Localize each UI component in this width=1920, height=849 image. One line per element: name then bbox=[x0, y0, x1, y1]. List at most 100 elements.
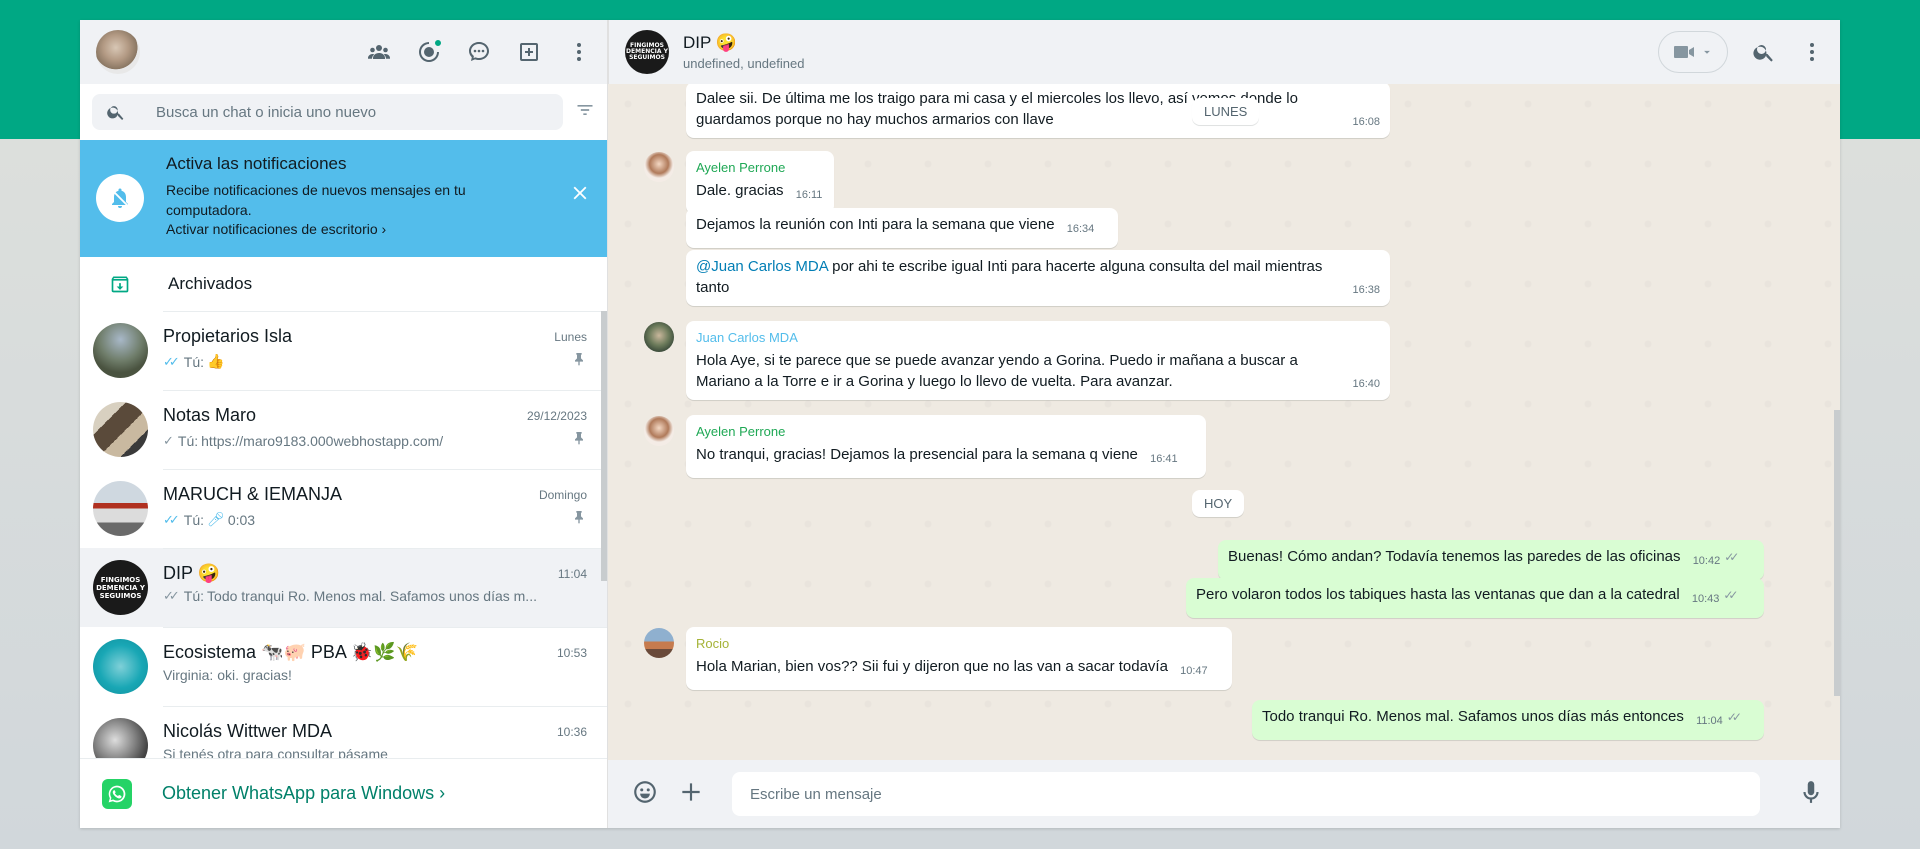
sender-prefix: Tú: bbox=[177, 432, 199, 449]
message-time: 16:34 bbox=[1066, 223, 1095, 235]
filter-icon[interactable] bbox=[575, 100, 595, 125]
message-time: 16:38 bbox=[1352, 284, 1380, 296]
message-input[interactable] bbox=[750, 785, 1742, 803]
get-whatsapp-banner[interactable]: Obtener WhatsApp para Windows › bbox=[80, 758, 607, 828]
my-avatar[interactable] bbox=[96, 30, 140, 74]
pin-icon bbox=[571, 509, 587, 530]
chat-time: Domingo bbox=[538, 487, 587, 502]
message-incoming[interactable]: Rocio Hola Marian, bien vos?? Sii fui y … bbox=[686, 627, 1232, 690]
contact-avatar bbox=[93, 402, 148, 457]
search-messages-icon[interactable] bbox=[1752, 40, 1776, 64]
message-area[interactable]: Dalee sii. De última me los traigo para … bbox=[608, 84, 1840, 760]
group-avatar[interactable]: FINGIMOS DEMENCIA Y SEGUIMOS bbox=[625, 30, 669, 74]
message-incoming[interactable]: Dejamos la reunión con Inti para la sema… bbox=[686, 208, 1118, 248]
search-row bbox=[80, 84, 607, 140]
message-text: Buenas! Cómo andan? Todavía tenemos las … bbox=[1228, 548, 1681, 565]
sender-prefix: Tú: bbox=[183, 588, 205, 604]
chat-time: 10:36 bbox=[556, 724, 587, 739]
message-input-box[interactable] bbox=[732, 772, 1760, 816]
chat-sidebar: Activa las notificaciones Recibe notific… bbox=[80, 20, 608, 828]
chat-last-message: ✓✓ Tú: 👍 bbox=[163, 353, 224, 370]
message-outgoing[interactable]: Pero volaron todos los tabiques hasta la… bbox=[1186, 578, 1764, 618]
chat-item-notas-maro[interactable]: Notas Maro 29/12/2023 ✓ Tú: https://maro… bbox=[80, 390, 607, 469]
emoji-icon[interactable] bbox=[632, 779, 658, 810]
single-check-icon: ✓ bbox=[163, 432, 174, 448]
message-incoming[interactable]: Juan Carlos MDA Hola Aye, si te parece q… bbox=[686, 321, 1390, 400]
close-icon[interactable] bbox=[569, 182, 591, 204]
messages-scrollbar[interactable] bbox=[1834, 410, 1840, 696]
message-preview: Todo tranqui Ro. Menos mal. Safamos unos… bbox=[207, 588, 537, 604]
chat-list-scrollbar[interactable] bbox=[601, 311, 607, 581]
chat-last-message: Virginia: oki. gracias! bbox=[163, 667, 292, 683]
double-check-icon: ✓✓ bbox=[163, 353, 180, 369]
chat-name: Propietarios Isla bbox=[163, 326, 293, 346]
chat-time: 11:04 bbox=[557, 566, 587, 581]
message-time: 16:08 bbox=[1352, 116, 1380, 128]
message-outgoing[interactable]: Buenas! Cómo andan? Todavía tenemos las … bbox=[1218, 540, 1764, 580]
channels-icon[interactable] bbox=[467, 40, 491, 64]
notification-title: Activa las notificaciones bbox=[166, 154, 347, 173]
group-avatar bbox=[93, 639, 148, 694]
double-check-icon: ✓✓ bbox=[163, 511, 180, 527]
message-text: Dejamos la reunión con Inti para la sema… bbox=[696, 216, 1055, 233]
chat-item-ecosistema[interactable]: Ecosistema 🐄🐖 PBA 🐞🌿🌾 10:53 Virginia: ok… bbox=[80, 627, 607, 706]
search-input[interactable] bbox=[156, 103, 549, 121]
message-incoming[interactable]: Dalee sii. De última me los traigo para … bbox=[686, 84, 1390, 138]
search-box[interactable] bbox=[92, 94, 563, 130]
message-text: Hola Marian, bien vos?? Sii fui y dijero… bbox=[696, 658, 1168, 675]
message-text: Pero volaron todos los tabiques hasta la… bbox=[1196, 586, 1680, 603]
message-incoming[interactable]: @Juan Carlos MDA por ahi te escribe igua… bbox=[686, 250, 1390, 306]
menu-icon[interactable] bbox=[567, 40, 591, 64]
new-chat-icon[interactable] bbox=[517, 40, 541, 64]
message-incoming[interactable]: Ayelen Perrone Dale. gracias 16:11 bbox=[686, 151, 834, 214]
date-chip-hoy: HOY bbox=[1192, 490, 1245, 517]
conversation-header[interactable]: FINGIMOS DEMENCIA Y SEGUIMOS DIP 🤪 undefin… bbox=[608, 20, 1840, 84]
chat-item-propietarios-isla[interactable]: Propietarios Isla Lunes ✓✓ Tú: 👍 bbox=[80, 311, 607, 390]
chat-last-message: ✓✓ Tú: Todo tranqui Ro. Menos mal. Safam… bbox=[163, 588, 537, 604]
search-icon bbox=[107, 106, 124, 120]
double-check-icon: ✓✓ bbox=[1724, 550, 1739, 564]
message-time: 16:11 bbox=[795, 189, 823, 201]
message-sender: Rocio bbox=[696, 636, 730, 651]
group-avatar: FINGIMOS DEMENCIA Y SEGUIMOS bbox=[93, 560, 148, 615]
double-check-icon: ✓✓ bbox=[1726, 710, 1742, 724]
chat-item-maruch-iemanja[interactable]: MARUCH & IEMANJA Domingo ✓✓ Tú: 🎤︎ 0:03 bbox=[80, 469, 607, 548]
avatar-ayelen[interactable] bbox=[644, 416, 674, 446]
chat-last-message: Si tenés otra para consultar pásame bbox=[163, 746, 388, 758]
microphone-icon[interactable] bbox=[1798, 779, 1824, 810]
bell-off-icon bbox=[96, 174, 144, 222]
chat-item-dip[interactable]: FINGIMOS DEMENCIA Y SEGUIMOS DIP 🤪 11:04 ✓… bbox=[80, 548, 607, 627]
status-icon[interactable] bbox=[417, 39, 442, 64]
chevron-down-icon bbox=[1704, 50, 1710, 54]
mention-link[interactable]: @Juan Carlos MDA bbox=[696, 258, 828, 275]
communities-icon[interactable] bbox=[367, 40, 391, 64]
whatsapp-window: Activa las notificaciones Recibe notific… bbox=[80, 20, 1840, 828]
avatar-ayelen[interactable] bbox=[644, 152, 674, 182]
composer bbox=[608, 760, 1840, 828]
avatar-juan-carlos[interactable] bbox=[644, 322, 674, 352]
avatar-rocio[interactable] bbox=[644, 628, 674, 658]
archived-row[interactable]: Archivados bbox=[80, 257, 607, 311]
chat-item-nicolas-wittwer[interactable]: Nicolás Wittwer MDA 10:36 Si tenés otra … bbox=[80, 706, 607, 758]
chat-name: MARUCH & IEMANJA bbox=[163, 484, 343, 504]
double-check-icon: ✓✓ bbox=[1723, 588, 1738, 602]
video-call-button[interactable] bbox=[1658, 31, 1728, 73]
enable-notifications-link[interactable]: Activar notificaciones de escritorio › bbox=[166, 221, 386, 237]
conversation-subtitle: undefined, undefined bbox=[683, 56, 805, 71]
group-avatar bbox=[93, 323, 148, 378]
message-preview: 0:03 bbox=[227, 511, 256, 528]
message-outgoing[interactable]: Todo tranqui Ro. Menos mal. Safamos unos… bbox=[1252, 700, 1764, 740]
chat-name: Ecosistema 🐄🐖 PBA 🐞🌿🌾 bbox=[163, 642, 419, 662]
chat-name: Notas Maro bbox=[163, 405, 257, 425]
attach-plus-icon[interactable] bbox=[678, 779, 704, 810]
message-time: 16:40 bbox=[1352, 378, 1380, 390]
message-text: No tranqui, gracias! Dejamos la presenci… bbox=[696, 446, 1138, 463]
message-preview: https://maro9183.000webhostapp.com/ bbox=[201, 432, 444, 449]
get-whatsapp-link[interactable]: Obtener WhatsApp para Windows › bbox=[162, 783, 445, 804]
message-incoming[interactable]: Ayelen Perrone No tranqui, gracias! Deja… bbox=[686, 415, 1206, 478]
sender-prefix: Tú: bbox=[183, 353, 205, 370]
message-time: 10:43 bbox=[1691, 593, 1720, 605]
chat-list: Propietarios Isla Lunes ✓✓ Tú: 👍 Notas M… bbox=[80, 311, 607, 758]
contact-avatar bbox=[93, 718, 148, 758]
conversation-menu-icon[interactable] bbox=[1800, 40, 1824, 64]
